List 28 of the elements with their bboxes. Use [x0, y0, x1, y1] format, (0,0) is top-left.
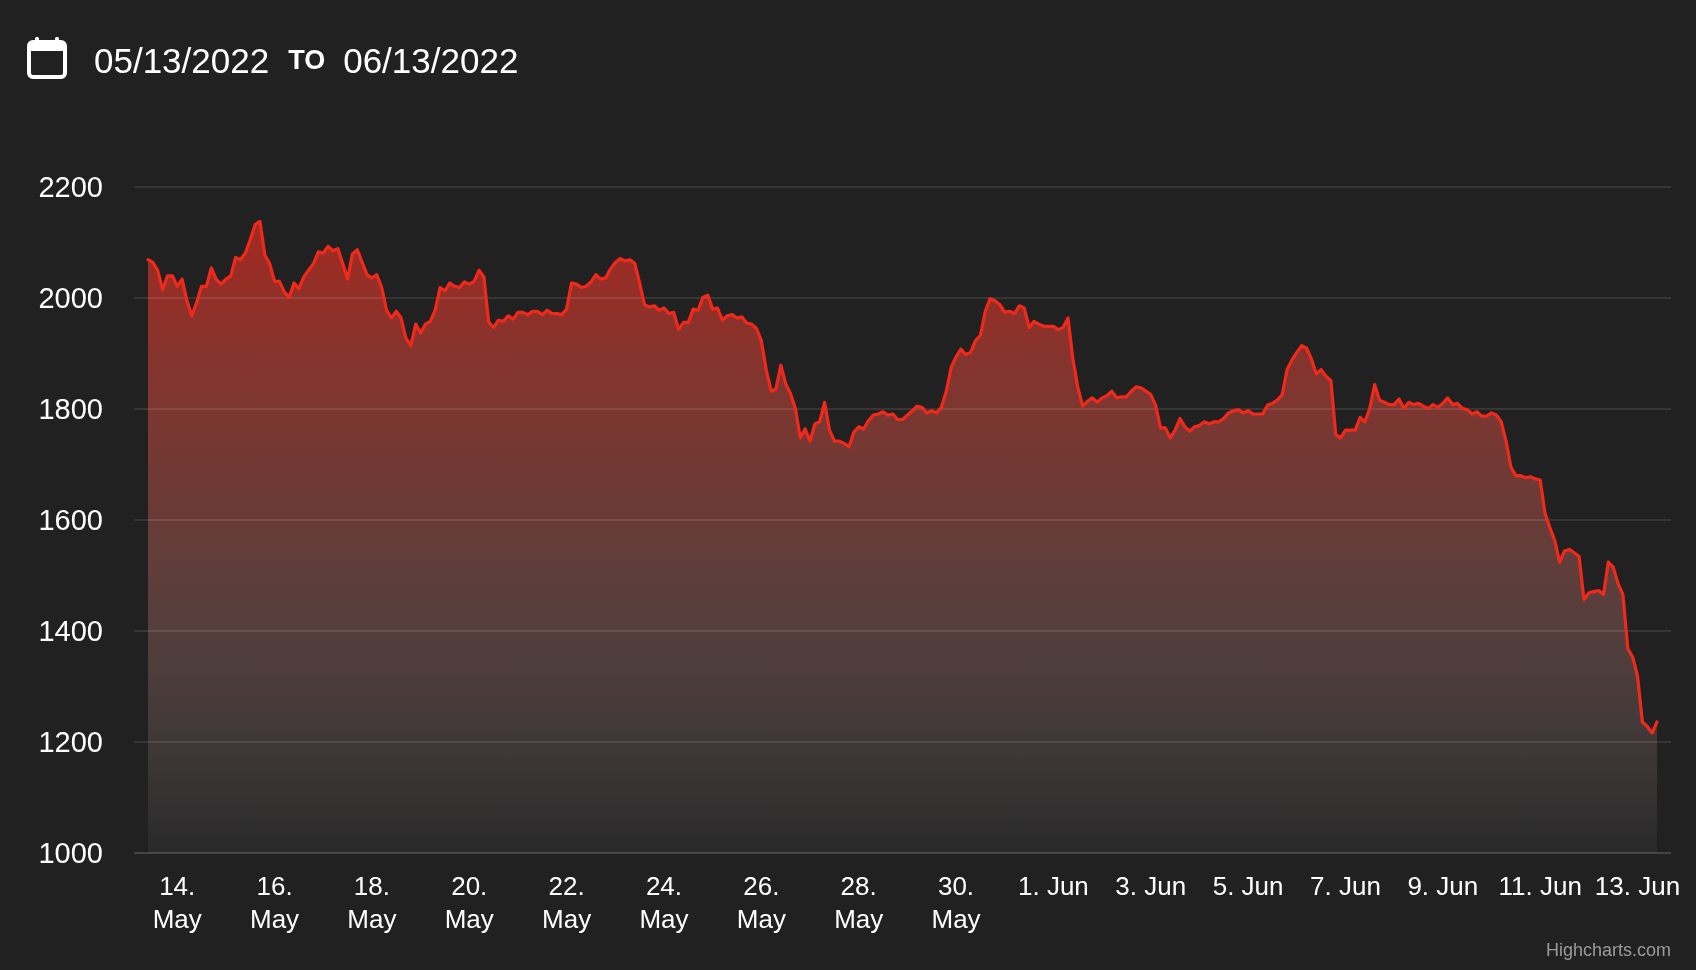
end-date: 06/13/2022: [343, 42, 519, 78]
x-axis-label: 28. May: [833, 870, 885, 936]
x-axis-label: 22. May: [541, 870, 593, 936]
x-axis-label: 1. Jun: [1016, 870, 1090, 903]
y-axis-label: 2000: [38, 282, 103, 314]
credits-link[interactable]: Highcharts.com: [1545, 941, 1671, 959]
x-axis-label: 7. Jun: [1309, 870, 1382, 903]
x-axis-label: 3. Jun: [1114, 870, 1188, 903]
x-axis-label: 14. May: [151, 870, 203, 936]
x-axis-label: 26. May: [735, 870, 787, 936]
x-axis-label: 16. May: [249, 870, 301, 936]
y-axis-label: 1200: [38, 726, 103, 758]
x-axis-label: 30. May: [930, 870, 982, 936]
x-axis-label: 24. May: [638, 870, 690, 936]
calendar-icon: [27, 37, 67, 79]
y-axis-label: 1400: [38, 615, 103, 647]
x-axis-label: 18. May: [346, 870, 398, 936]
x-axis-label: 20. May: [443, 870, 495, 936]
y-axis-label: 2200: [38, 171, 103, 203]
x-axis-label: 9. Jun: [1406, 870, 1480, 903]
range-separator: TO: [288, 46, 326, 74]
y-axis-label: 1800: [38, 393, 103, 425]
start-date: 05/13/2022: [94, 42, 270, 78]
y-axis-label: 1000: [38, 837, 103, 869]
x-axis-label: 11. Jun: [1497, 870, 1583, 903]
x-axis-label: 13. Jun: [1593, 870, 1682, 903]
x-axis-label: 5. Jun: [1211, 870, 1285, 903]
y-axis-label: 1600: [38, 504, 103, 536]
